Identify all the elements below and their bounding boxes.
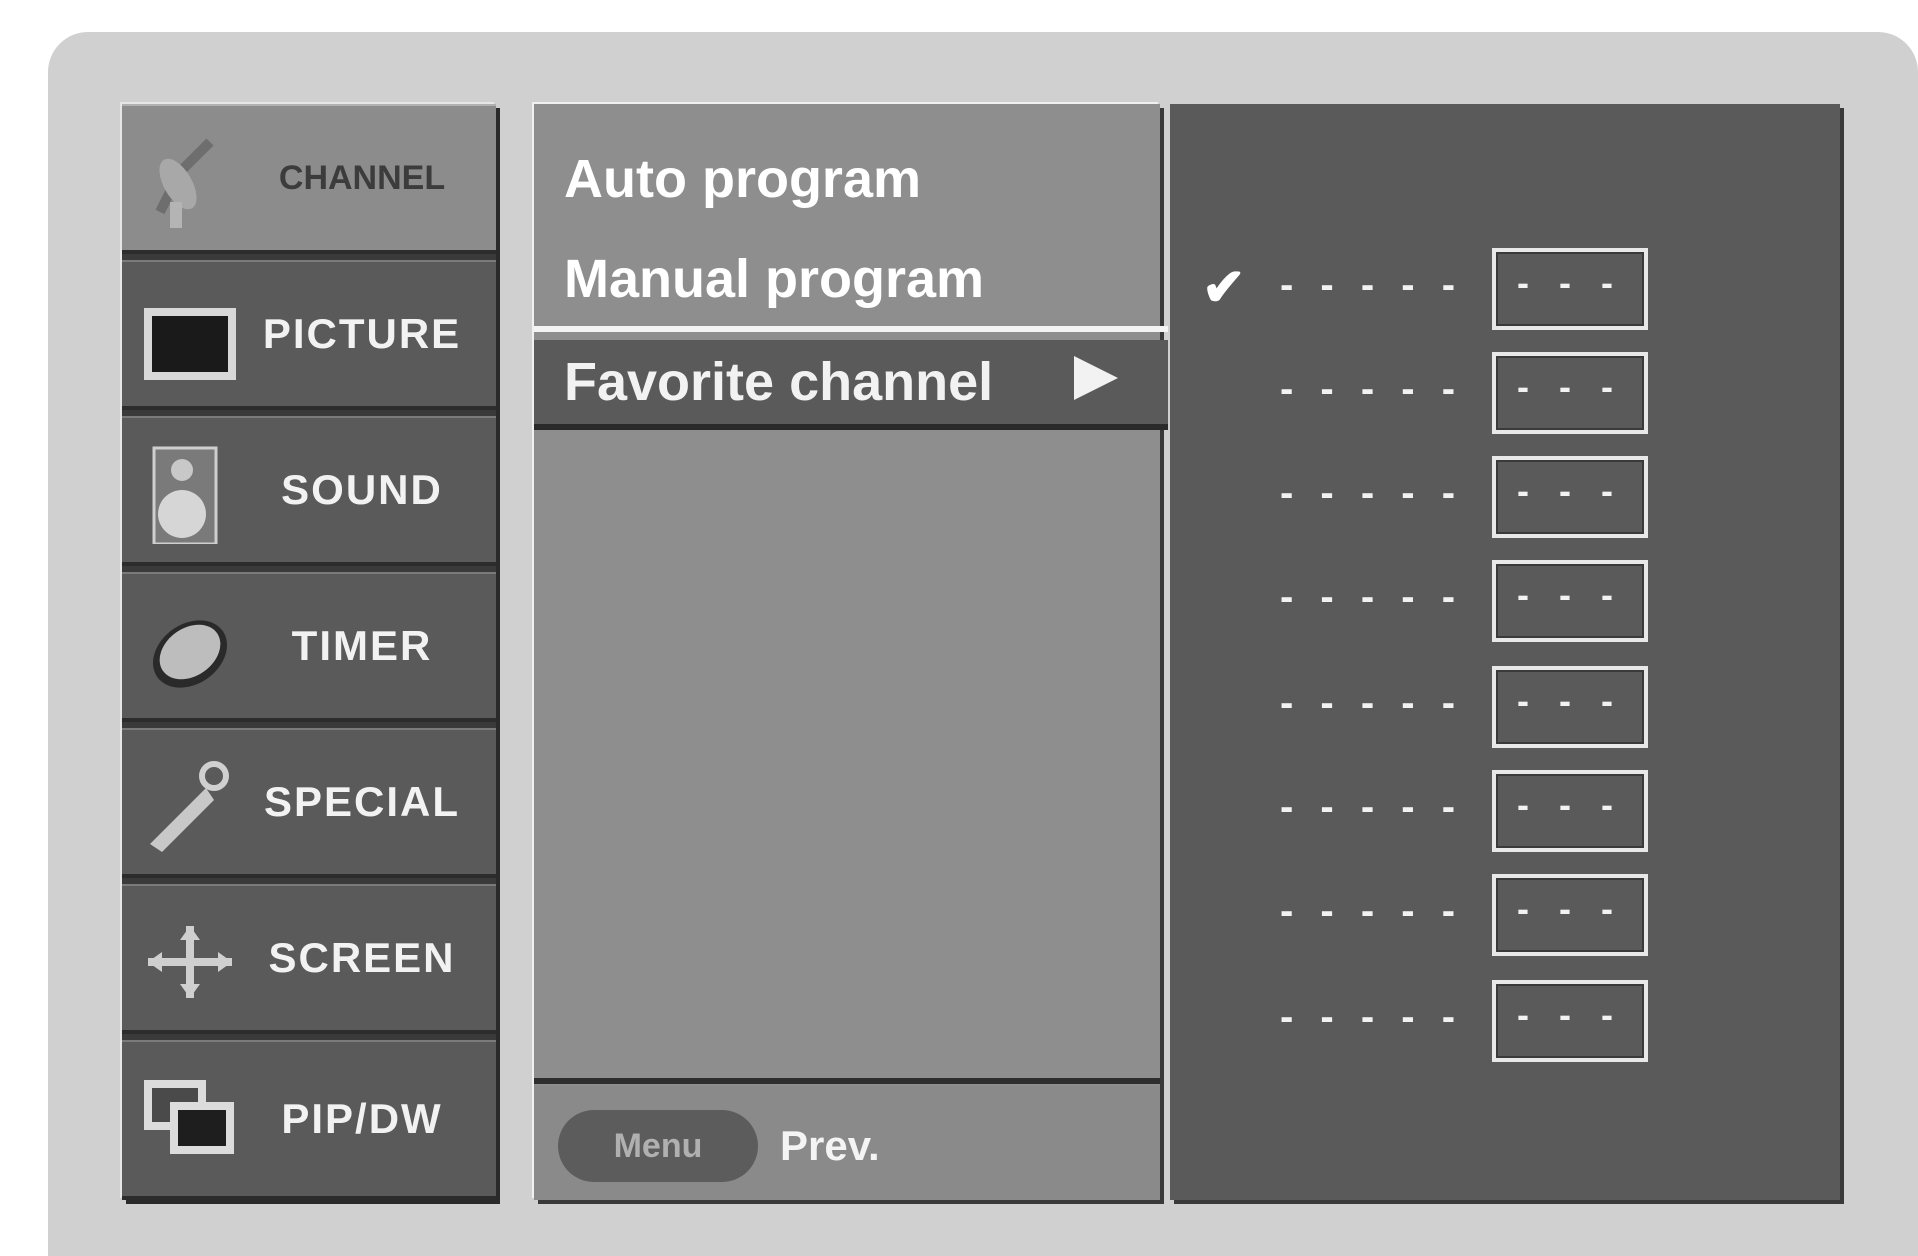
category-channel[interactable]: CHANNEL <box>122 104 496 254</box>
favorite-slot-name: - - - - - <box>1280 994 1464 1039</box>
prev-label: Prev. <box>780 1122 880 1169</box>
divider <box>534 1078 1160 1084</box>
menu-item-favorite-channel[interactable]: Favorite channel <box>534 340 1168 430</box>
arrow-right-icon <box>1074 356 1118 400</box>
favorite-slot-number[interactable]: - - - <box>1492 560 1648 642</box>
category-label: CHANNEL <box>278 158 446 197</box>
clock-icon <box>152 620 228 688</box>
menu-button[interactable]: Menu <box>558 1110 758 1182</box>
favorite-channel-label: Favorite channel <box>564 352 994 412</box>
menu-item-manual-program[interactable]: Manual program <box>564 234 1124 324</box>
category-label: PIP/DW <box>281 1095 443 1142</box>
favorite-slot-name: - - - - - <box>1280 574 1464 619</box>
category-timer[interactable]: TIMER <box>122 572 496 722</box>
favorite-slot[interactable]: - - - - - - - - <box>1170 456 1840 548</box>
favorite-slot-name: - - - - - <box>1280 888 1464 933</box>
favorite-slot[interactable]: - - - - - - - - <box>1170 560 1840 652</box>
favorite-slot-number[interactable]: - - - <box>1492 352 1648 434</box>
navigation-hint-bar: Menu Prev. <box>534 1086 1160 1200</box>
category-screen[interactable]: SCREEN <box>122 884 496 1034</box>
move-arrows-icon <box>148 926 232 998</box>
satellite-dish-icon <box>155 138 214 228</box>
favorite-slot[interactable]: - - - - - - - - <box>1170 352 1840 444</box>
favorite-slot-name: - - - - - <box>1280 680 1464 725</box>
favorite-slot-name: - - - - - <box>1280 470 1464 515</box>
category-pip-dw[interactable]: PIP/DW <box>122 1040 496 1200</box>
favorite-slot-number[interactable]: - - - <box>1492 666 1648 748</box>
favorite-slot-name: - - - - - <box>1280 366 1464 411</box>
category-special[interactable]: SPECIAL <box>122 728 496 878</box>
checkmark-icon: ✔ <box>1202 259 1246 317</box>
menu-item-auto-program[interactable]: Auto program <box>564 134 1124 224</box>
channel-submenu: Auto program Manual program Favorite cha… <box>534 104 1168 1200</box>
category-sound[interactable]: SOUND <box>122 416 496 566</box>
favorite-slot-number[interactable]: - - - <box>1492 980 1648 1062</box>
category-picture[interactable]: PICTURE <box>122 260 496 410</box>
favorite-slot-number[interactable]: - - - <box>1492 456 1648 538</box>
speaker-icon <box>152 446 218 544</box>
monitor-icon <box>144 308 236 380</box>
divider <box>534 326 1168 332</box>
favorite-slot-number[interactable]: - - - <box>1492 248 1648 330</box>
key-icon <box>150 761 229 852</box>
category-label: SOUND <box>281 466 443 513</box>
favorite-slot-number[interactable]: - - - <box>1492 874 1648 956</box>
category-label: SCREEN <box>268 934 456 981</box>
favorite-slot[interactable]: - - - - - - - - <box>1170 666 1840 758</box>
favorite-slot-name: - - - - - <box>1280 262 1464 307</box>
category-label: TIMER <box>291 622 433 669</box>
favorite-slot[interactable]: - - - - - - - - <box>1170 874 1840 966</box>
category-label: SPECIAL <box>263 778 461 825</box>
favorite-slot-number[interactable]: - - - <box>1492 770 1648 852</box>
pip-windows-icon <box>144 1080 234 1154</box>
favorite-channel-panel: ✔ - - - - - - - - - - - - - - - - - - - … <box>1170 104 1840 1200</box>
favorite-slot[interactable]: ✔ - - - - - - - - <box>1170 248 1840 340</box>
favorite-slot[interactable]: - - - - - - - - <box>1170 770 1840 862</box>
category-sidebar: CHANNEL PICTURE SOUND TIMER SPECIAL SCRE… <box>122 104 496 1200</box>
category-label: PICTURE <box>262 310 462 357</box>
favorite-slot[interactable]: - - - - - - - - <box>1170 980 1840 1072</box>
favorite-slot-name: - - - - - <box>1280 784 1464 829</box>
